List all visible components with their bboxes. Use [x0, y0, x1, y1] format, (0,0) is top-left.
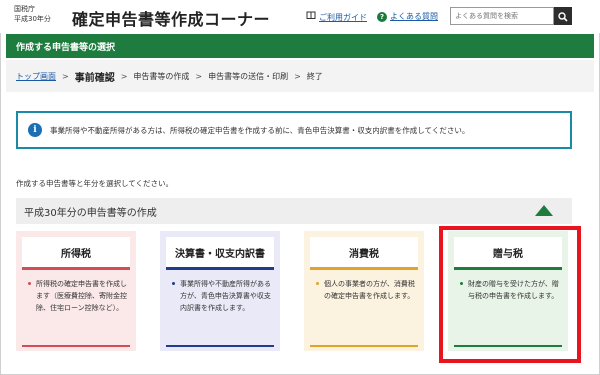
section-heading: 平成30年分の申告書等の作成 — [16, 198, 572, 224]
card-accent-bar — [22, 267, 130, 270]
card-description: 事業所得や不動産所得がある方が、青色申告決算書や収支内訳書を作成します。 — [166, 278, 274, 314]
breadcrumb-separator: > — [62, 71, 69, 81]
bullet-icon — [316, 282, 319, 285]
breadcrumb-separator: > — [195, 71, 203, 81]
selection-instruction: 作成する申告書等と年分を選択してください。 — [16, 179, 174, 188]
card-accent-bar — [310, 267, 418, 270]
breadcrumb-separator: > — [294, 71, 301, 81]
card-title: 消費税 — [310, 237, 418, 267]
breadcrumb-step-end: 終了 — [306, 71, 323, 81]
faq-link-label: よくある質問 — [390, 12, 438, 21]
card-financial-statement[interactable]: 決算書・収支内訳書 事業所得や不動産所得がある方が、青色申告決算書や収支内訳書を… — [160, 231, 280, 351]
card-text: 事業所得や不動産所得がある方が、青色申告決算書や収支内訳書を作成します。 — [180, 280, 271, 312]
card-accent-bar — [166, 267, 274, 270]
breadcrumb-current-step: 事前確認 — [74, 72, 115, 84]
faq-link[interactable]: ? よくある質問 — [377, 11, 438, 22]
site-header: 国税庁 平成30年分 確定申告書等作成コーナー ご利用ガイド ? よくある質問 — [0, 0, 600, 33]
card-bottom-line — [310, 345, 418, 347]
card-bottom-line — [166, 345, 274, 347]
card-description: 所得税の確定申告書を作成します（医療費控除、寄附金控除、住宅ローン控除など）。 — [22, 278, 130, 314]
question-icon: ? — [377, 11, 387, 22]
agency-name: 国税庁 — [14, 5, 35, 13]
book-icon — [306, 11, 316, 23]
breadcrumb: トップ画面 > 事前確認 > 申告書等の作成 > 申告書等の送信・印刷 > 終了 — [6, 60, 594, 92]
card-title: 所得税 — [22, 237, 130, 267]
card-description: 個人の事業者の方が、消費税の確定申告書を作成します。 — [310, 278, 418, 302]
search-input[interactable] — [450, 7, 554, 25]
card-title: 決算書・収支内訳書 — [166, 237, 274, 267]
guide-link[interactable]: ご利用ガイド — [306, 11, 367, 23]
breadcrumb-step-submit: 申告書等の送信・印刷 — [208, 71, 289, 81]
breadcrumb-top-link[interactable]: トップ画面 — [16, 71, 56, 82]
info-icon: i — [28, 123, 42, 137]
agency-label: 国税庁 平成30年分 — [14, 4, 51, 24]
site-title: 確定申告書等作成コーナー — [72, 10, 271, 29]
card-bottom-line — [22, 345, 130, 347]
guide-link-label: ご利用ガイド — [319, 12, 367, 22]
info-notice: i 事業所得や不動産所得がある方は、所得税の確定申告書を作成する前に、青色申告決… — [16, 111, 572, 149]
breadcrumb-separator: > — [120, 71, 128, 81]
bullet-icon — [172, 282, 175, 285]
card-text: 所得税の確定申告書を作成します（医療費控除、寄附金控除、住宅ローン控除など）。 — [36, 280, 127, 312]
info-notice-text: 事業所得や不動産所得がある方は、所得税の確定申告書を作成する前に、青色申告決算書… — [50, 125, 470, 135]
highlight-frame — [439, 226, 581, 363]
card-consumption-tax[interactable]: 消費税 個人の事業者の方が、消費税の確定申告書を作成します。 — [304, 231, 424, 351]
bullet-icon — [28, 282, 31, 285]
search-button[interactable] — [554, 7, 572, 25]
search-icon — [558, 7, 568, 26]
triangle-up-icon[interactable] — [535, 205, 553, 216]
card-income-tax[interactable]: 所得税 所得税の確定申告書を作成します（医療費控除、寄附金控除、住宅ローン控除な… — [16, 231, 136, 351]
tax-year-label: 平成30年分 — [14, 15, 51, 23]
page-title-bar: 作成する申告書等の選択 — [6, 34, 594, 58]
card-text: 個人の事業者の方が、消費税の確定申告書を作成します。 — [324, 280, 415, 300]
breadcrumb-step-create: 申告書等の作成 — [133, 71, 190, 81]
